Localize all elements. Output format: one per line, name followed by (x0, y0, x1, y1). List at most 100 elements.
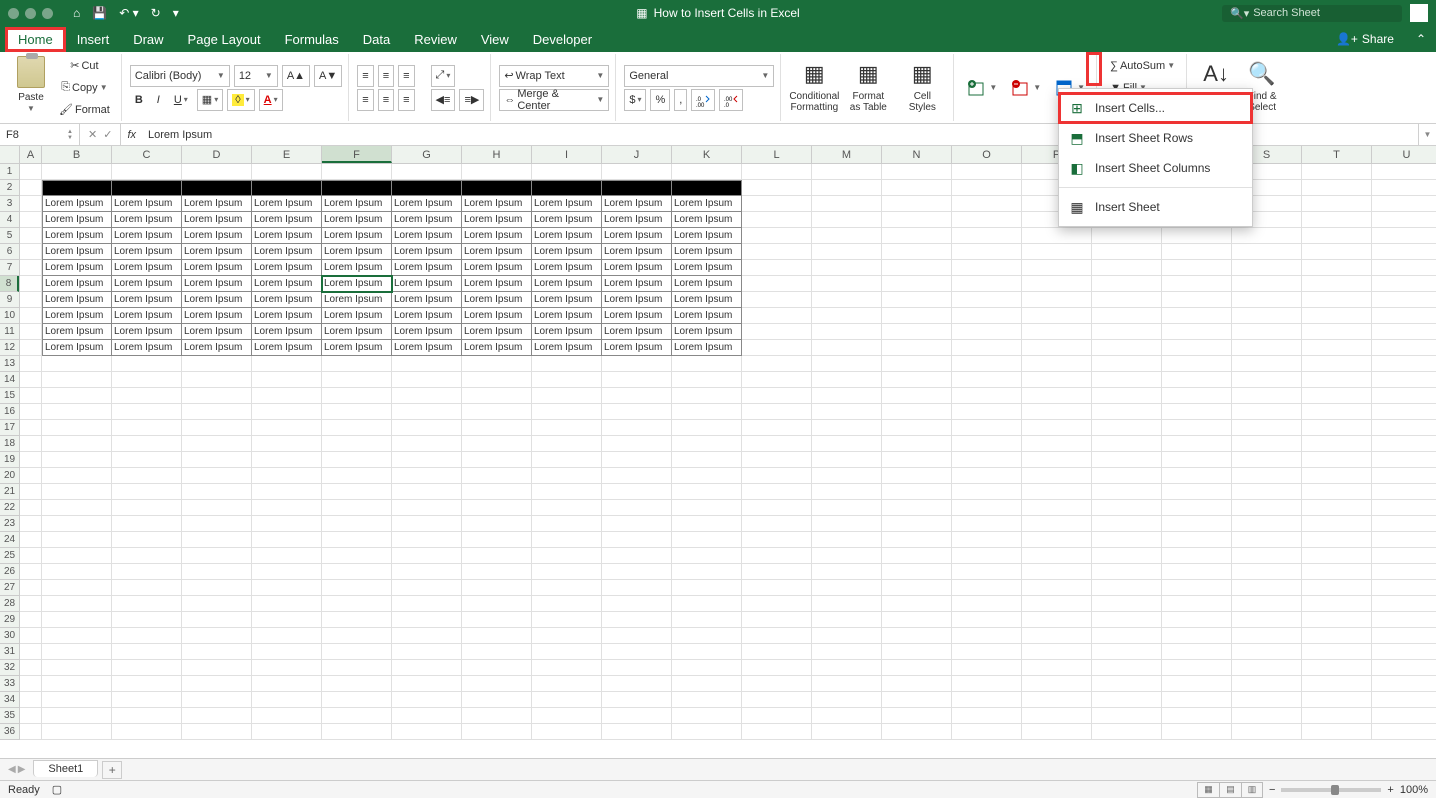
row-header-34[interactable]: 34 (0, 692, 19, 708)
cell-C22[interactable] (112, 500, 182, 516)
cell-B36[interactable] (42, 724, 112, 740)
cell-M36[interactable] (812, 724, 882, 740)
cell-A33[interactable] (20, 676, 42, 692)
cell-E34[interactable] (252, 692, 322, 708)
zoom-level[interactable]: 100% (1400, 784, 1428, 796)
cell-K7[interactable]: Lorem Ipsum (672, 260, 742, 276)
cell-S34[interactable] (1232, 692, 1302, 708)
cell-J35[interactable] (602, 708, 672, 724)
cell-J5[interactable]: Lorem Ipsum (602, 228, 672, 244)
cell-U4[interactable] (1372, 212, 1436, 228)
cell-A18[interactable] (20, 436, 42, 452)
cell-A13[interactable] (20, 356, 42, 372)
cell-M18[interactable] (812, 436, 882, 452)
cell-I23[interactable] (532, 516, 602, 532)
cell-J16[interactable] (602, 404, 672, 420)
tab-view[interactable]: View (469, 28, 521, 51)
cell-K25[interactable] (672, 548, 742, 564)
cell-E19[interactable] (252, 452, 322, 468)
tab-insert[interactable]: Insert (65, 28, 122, 51)
cell-E3[interactable]: Lorem Ipsum (252, 196, 322, 212)
cell-S31[interactable] (1232, 644, 1302, 660)
cell-T7[interactable] (1302, 260, 1372, 276)
select-all-corner[interactable] (0, 146, 20, 164)
cell-E12[interactable]: Lorem Ipsum (252, 340, 322, 356)
cell-L16[interactable] (742, 404, 812, 420)
cell-L28[interactable] (742, 596, 812, 612)
cell-B18[interactable] (42, 436, 112, 452)
cell-J24[interactable] (602, 532, 672, 548)
cell-C7[interactable]: Lorem Ipsum (112, 260, 182, 276)
cell-M16[interactable] (812, 404, 882, 420)
cell-U23[interactable] (1372, 516, 1436, 532)
cell-K2[interactable] (672, 180, 742, 196)
view-buttons[interactable]: ▦ ▤ ▥ (1197, 782, 1263, 798)
cell-E14[interactable] (252, 372, 322, 388)
cell-M29[interactable] (812, 612, 882, 628)
cell-F10[interactable]: Lorem Ipsum (322, 308, 392, 324)
cell-A28[interactable] (20, 596, 42, 612)
user-avatar[interactable] (1410, 4, 1428, 22)
minimize-window-icon[interactable] (25, 8, 36, 19)
cell-J18[interactable] (602, 436, 672, 452)
cell-T26[interactable] (1302, 564, 1372, 580)
cancel-formula-icon[interactable]: ✕ (88, 128, 97, 141)
cell-G7[interactable]: Lorem Ipsum (392, 260, 462, 276)
cell-N19[interactable] (882, 452, 952, 468)
cell-S8[interactable] (1232, 276, 1302, 292)
cell-R12[interactable] (1162, 340, 1232, 356)
cell-styles-button[interactable]: ▦Cell Styles (897, 58, 947, 118)
cell-N28[interactable] (882, 596, 952, 612)
cell-I32[interactable] (532, 660, 602, 676)
cell-F6[interactable]: Lorem Ipsum (322, 244, 392, 260)
cell-L36[interactable] (742, 724, 812, 740)
cell-U12[interactable] (1372, 340, 1436, 356)
cell-H24[interactable] (462, 532, 532, 548)
cell-A10[interactable] (20, 308, 42, 324)
cell-L21[interactable] (742, 484, 812, 500)
cell-L13[interactable] (742, 356, 812, 372)
cell-S20[interactable] (1232, 468, 1302, 484)
cell-S35[interactable] (1232, 708, 1302, 724)
cell-C36[interactable] (112, 724, 182, 740)
cell-N20[interactable] (882, 468, 952, 484)
cell-H17[interactable] (462, 420, 532, 436)
cell-Q30[interactable] (1092, 628, 1162, 644)
cell-M22[interactable] (812, 500, 882, 516)
cell-U36[interactable] (1372, 724, 1436, 740)
cell-B35[interactable] (42, 708, 112, 724)
cell-K23[interactable] (672, 516, 742, 532)
cell-P18[interactable] (1022, 436, 1092, 452)
cell-T20[interactable] (1302, 468, 1372, 484)
column-header-O[interactable]: O (952, 146, 1022, 163)
row-header-17[interactable]: 17 (0, 420, 19, 436)
cell-B6[interactable]: Lorem Ipsum (42, 244, 112, 260)
cell-G6[interactable]: Lorem Ipsum (392, 244, 462, 260)
cell-B9[interactable]: Lorem Ipsum (42, 292, 112, 308)
cell-H29[interactable] (462, 612, 532, 628)
cell-D6[interactable]: Lorem Ipsum (182, 244, 252, 260)
zoom-slider[interactable] (1281, 788, 1381, 792)
save-icon[interactable]: 💾 (92, 6, 107, 20)
cell-S13[interactable] (1232, 356, 1302, 372)
cell-O5[interactable] (952, 228, 1022, 244)
column-header-B[interactable]: B (42, 146, 112, 163)
row-header-19[interactable]: 19 (0, 452, 19, 468)
cell-G36[interactable] (392, 724, 462, 740)
cell-Q22[interactable] (1092, 500, 1162, 516)
cell-D4[interactable]: Lorem Ipsum (182, 212, 252, 228)
cell-U33[interactable] (1372, 676, 1436, 692)
undo-icon[interactable]: ↶ ▾ (119, 6, 138, 20)
cell-J20[interactable] (602, 468, 672, 484)
cell-F7[interactable]: Lorem Ipsum (322, 260, 392, 276)
cell-S11[interactable] (1232, 324, 1302, 340)
cell-L19[interactable] (742, 452, 812, 468)
row-header-11[interactable]: 11 (0, 324, 19, 340)
tab-draw[interactable]: Draw (121, 28, 175, 51)
cell-G15[interactable] (392, 388, 462, 404)
cell-S7[interactable] (1232, 260, 1302, 276)
cell-O19[interactable] (952, 452, 1022, 468)
cell-H8[interactable]: Lorem Ipsum (462, 276, 532, 292)
cell-T23[interactable] (1302, 516, 1372, 532)
cell-I13[interactable] (532, 356, 602, 372)
